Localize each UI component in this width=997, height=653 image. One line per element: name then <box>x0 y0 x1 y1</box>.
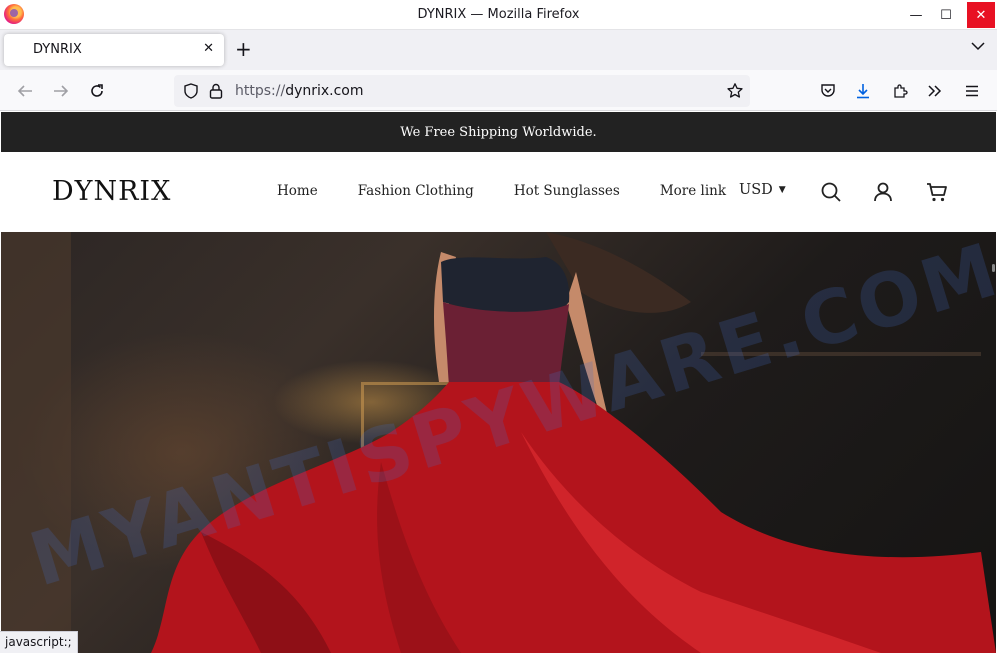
window-titlebar: DYNRIX — Mozilla Firefox — ☐ ✕ <box>0 0 997 30</box>
account-icon[interactable] <box>871 180 895 204</box>
reload-button[interactable] <box>85 79 109 103</box>
close-window-button[interactable]: ✕ <box>967 2 995 28</box>
page-scrollbar[interactable] <box>992 264 995 272</box>
web-page: We Free Shipping Worldwide. DYNRIX Home … <box>1 112 996 653</box>
main-menu: Home Fashion Clothing Hot Sunglasses Mor… <box>277 183 766 199</box>
caret-down-icon: ▼ <box>778 185 786 195</box>
bookmark-star-icon[interactable] <box>726 82 744 104</box>
window-title: DYNRIX — Mozilla Firefox <box>417 7 580 22</box>
forward-button[interactable] <box>49 79 73 103</box>
site-logo[interactable]: DYNRIX <box>52 176 171 207</box>
hero-banner[interactable]: MYANTISPYWARE.COM <box>1 232 996 653</box>
announcement-bar: We Free Shipping Worldwide. <box>1 112 996 152</box>
url-bar[interactable]: https://dynrix.com <box>174 75 750 107</box>
arrow-left-icon <box>17 85 32 97</box>
reload-icon <box>91 84 103 97</box>
search-icon[interactable] <box>819 180 843 204</box>
currency-value: USD <box>739 182 773 198</box>
maximize-button[interactable]: ☐ <box>931 0 961 30</box>
menu-home[interactable]: Home <box>277 183 318 199</box>
extensions-icon[interactable] <box>890 81 910 101</box>
currency-selector[interactable]: USD ▼ <box>739 182 786 198</box>
hamburger-menu-icon[interactable] <box>962 81 982 101</box>
tab-close-icon[interactable]: ✕ <box>203 41 214 56</box>
list-all-tabs-button[interactable] <box>971 40 985 54</box>
minimize-button[interactable]: — <box>901 0 931 30</box>
tab-label: DYNRIX <box>33 42 82 57</box>
new-tab-button[interactable]: + <box>235 38 252 60</box>
menu-fashion-clothing[interactable]: Fashion Clothing <box>358 183 474 199</box>
menu-hot-sunglasses[interactable]: Hot Sunglasses <box>514 183 620 199</box>
tab-strip: DYNRIX ✕ + <box>0 30 997 70</box>
tab-dynrix[interactable]: DYNRIX ✕ <box>4 34 224 66</box>
url-host: dynrix.com <box>285 83 364 99</box>
site-header: DYNRIX Home Fashion Clothing Hot Sunglas… <box>1 152 996 232</box>
arrow-right-icon <box>54 85 69 97</box>
navigation-toolbar: https://dynrix.com <box>0 70 997 111</box>
model-in-red-dress <box>151 232 996 653</box>
pocket-icon[interactable] <box>818 81 838 101</box>
chevron-down-icon <box>971 42 985 51</box>
lock-icon[interactable] <box>208 82 224 104</box>
url-text[interactable]: https://dynrix.com <box>235 83 364 99</box>
cart-icon[interactable] <box>925 180 949 204</box>
back-button[interactable] <box>13 79 37 103</box>
announcement-text: We Free Shipping Worldwide. <box>400 124 597 140</box>
url-scheme: https:// <box>235 83 286 99</box>
overflow-chevrons-icon[interactable] <box>925 81 945 101</box>
menu-more-link[interactable]: More link <box>660 183 726 199</box>
status-bar: javascript:; <box>0 631 78 653</box>
tracking-shield-icon[interactable] <box>182 82 200 104</box>
downloads-icon[interactable] <box>853 81 873 101</box>
